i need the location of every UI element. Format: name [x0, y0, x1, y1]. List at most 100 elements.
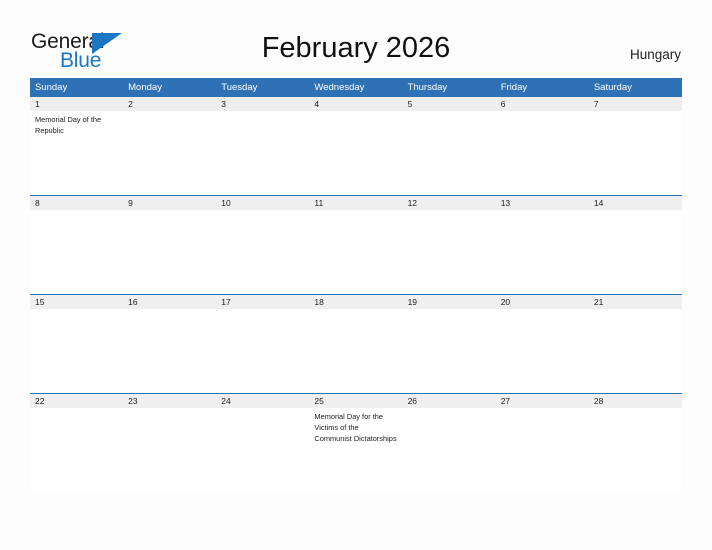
weekday-header-saturday: Saturday: [593, 82, 632, 93]
calendar-day-cell[interactable]: 21: [588, 295, 682, 393]
day-number: 8: [30, 196, 124, 210]
day-number: 23: [123, 394, 217, 408]
day-number: 3: [216, 97, 310, 111]
day-events: [309, 309, 402, 312]
day-events: [123, 210, 216, 213]
day-events: [309, 210, 402, 213]
day-number: 17: [216, 295, 310, 309]
calendar-page: General Blue February 2026 Hungary Sunda…: [0, 0, 712, 550]
day-number: 6: [495, 97, 589, 111]
calendar-day-cell[interactable]: 8: [30, 196, 124, 294]
weekday-header-thursday: Thursday: [407, 82, 448, 93]
day-number: 15: [30, 295, 124, 309]
weekday-header-monday: Monday: [128, 82, 162, 93]
day-number: 22: [30, 394, 124, 408]
calendar-week-row: 22 23 24 25 Memorial Day for the Victims of …: [30, 393, 682, 492]
calendar-day-cell[interactable]: 16: [123, 295, 217, 393]
calendar-day-cell[interactable]: 22: [30, 394, 124, 492]
calendar-day-cell[interactable]: 15: [30, 295, 124, 393]
calendar-day-cell[interactable]: 3: [216, 97, 310, 195]
day-events: [30, 408, 123, 411]
calendar-day-cell[interactable]: 27: [495, 394, 589, 492]
calendar-day-cell[interactable]: 1 Memorial Day of the Republic: [30, 97, 124, 195]
day-number: 20: [495, 295, 589, 309]
calendar-weeks: 1 Memorial Day of the Republic 2 3 4 5 6 7 8 9 10 1…: [30, 97, 682, 492]
day-events: [309, 111, 402, 114]
calendar-day-cell[interactable]: 26: [402, 394, 496, 492]
day-number: 24: [216, 394, 310, 408]
calendar-day-cell[interactable]: 14: [588, 196, 682, 294]
calendar-day-cell[interactable]: 7: [588, 97, 682, 195]
day-number: 18: [309, 295, 403, 309]
calendar-day-cell[interactable]: 10: [216, 196, 310, 294]
day-number: 26: [402, 394, 496, 408]
day-number: 10: [216, 196, 310, 210]
calendar-week-row: 15 16 17 18 19 20 21: [30, 294, 682, 393]
day-number: 16: [123, 295, 217, 309]
calendar-day-cell[interactable]: 2: [123, 97, 217, 195]
day-events: [589, 210, 682, 213]
holiday-event-label: Memorial Day of the Republic: [35, 115, 102, 136]
weekday-header-tuesday: Tuesday: [221, 82, 258, 93]
calendar-day-cell[interactable]: 19: [402, 295, 496, 393]
day-number: 21: [588, 295, 682, 309]
day-events: [30, 210, 123, 213]
calendar-week-row: 1 Memorial Day of the Republic 2 3 4 5 6 7: [30, 97, 682, 195]
day-events: [30, 309, 123, 312]
weekday-header-wednesday: Wednesday: [314, 82, 365, 93]
weekday-header-sunday: Sunday: [35, 82, 68, 93]
day-events: [403, 408, 496, 411]
day-events: [496, 309, 589, 312]
day-events: [403, 309, 496, 312]
calendar-day-cell[interactable]: 9: [123, 196, 217, 294]
day-number: 2: [123, 97, 217, 111]
day-number: 5: [402, 97, 496, 111]
calendar-day-cell[interactable]: 5: [402, 97, 496, 195]
day-events: Memorial Day for the Victims of the Comm…: [309, 408, 402, 445]
calendar-day-cell[interactable]: 28: [588, 394, 682, 492]
page-header: General Blue February 2026 Hungary: [0, 0, 712, 76]
page-title: February 2026: [261, 32, 451, 64]
day-number: 11: [309, 196, 403, 210]
calendar-day-cell[interactable]: 4: [309, 97, 403, 195]
day-number: 14: [588, 196, 682, 210]
calendar-day-cell[interactable]: 6: [495, 97, 589, 195]
calendar-day-cell[interactable]: 20: [495, 295, 589, 393]
calendar-week-row: 8 9 10 11 12 13 14: [30, 195, 682, 294]
day-events: [589, 408, 682, 411]
calendar-day-cell[interactable]: 25 Memorial Day for the Victims of the Co…: [309, 394, 403, 492]
day-events: [216, 408, 309, 411]
day-number: 9: [123, 196, 217, 210]
day-events: [589, 309, 682, 312]
day-number: 28: [588, 394, 682, 408]
calendar-day-cell[interactable]: 13: [495, 196, 589, 294]
day-events: [496, 408, 589, 411]
day-events: [216, 210, 309, 213]
calendar-grid: Sunday Monday Tuesday Wednesday Thursday…: [30, 78, 682, 492]
calendar-day-cell[interactable]: 17: [216, 295, 310, 393]
day-number: 4: [309, 97, 403, 111]
day-events: [216, 111, 309, 114]
day-events: [403, 210, 496, 213]
calendar-day-cell[interactable]: 12: [402, 196, 496, 294]
country-label: Hungary: [629, 47, 681, 62]
day-events: [123, 309, 216, 312]
holiday-event-label: Memorial Day for the Victims of the Comm…: [314, 412, 397, 444]
day-number: 7: [588, 97, 682, 111]
day-number: 25: [309, 394, 403, 408]
day-events: [216, 309, 309, 312]
day-events: [496, 210, 589, 213]
calendar-day-cell[interactable]: 24: [216, 394, 310, 492]
day-events: [589, 111, 682, 114]
day-events: [496, 111, 589, 114]
calendar-day-cell[interactable]: 18: [309, 295, 403, 393]
day-number: 19: [402, 295, 496, 309]
day-events: [403, 111, 496, 114]
calendar-day-cell[interactable]: 23: [123, 394, 217, 492]
calendar-day-cell[interactable]: 11: [309, 196, 403, 294]
day-events: Memorial Day of the Republic: [30, 111, 123, 136]
day-events: [123, 111, 216, 114]
weekday-header-row: Sunday Monday Tuesday Wednesday Thursday…: [30, 78, 682, 97]
day-number: 27: [495, 394, 589, 408]
day-number: 1: [30, 97, 124, 111]
